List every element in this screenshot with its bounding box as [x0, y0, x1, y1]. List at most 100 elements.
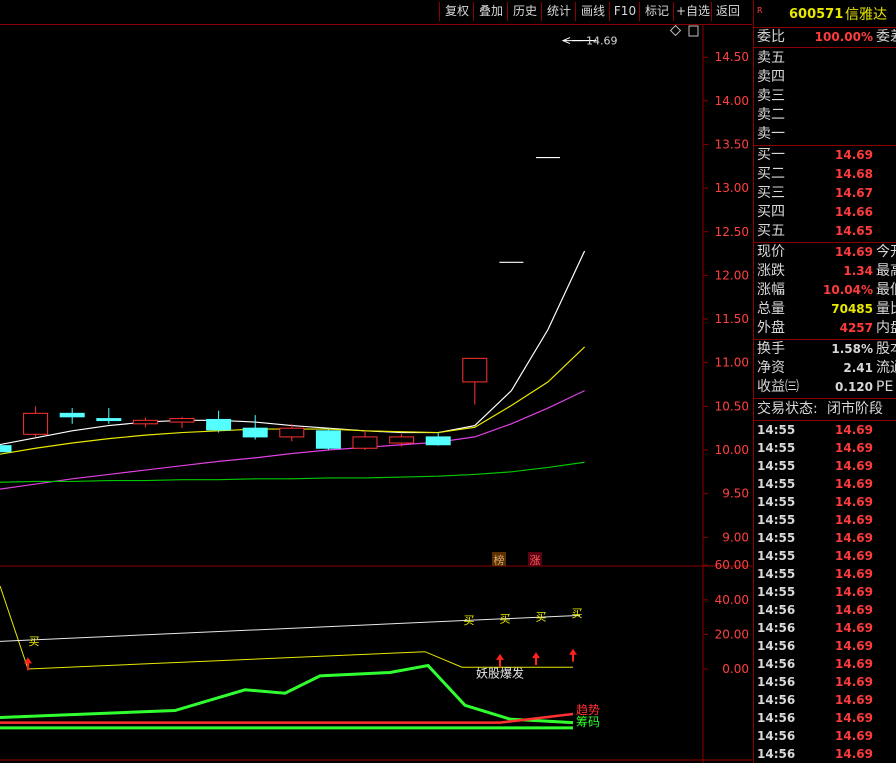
- bid-price: 14.65: [835, 224, 873, 238]
- quote-row: 涨幅 10.04%最低: [754, 281, 896, 300]
- toolbar-button-3[interactable]: 历史: [507, 2, 542, 21]
- candle-body: [425, 436, 451, 446]
- candle-body: [352, 436, 378, 449]
- buy-signal-label: 买: [29, 635, 40, 648]
- candle[interactable]: [169, 416, 195, 429]
- buy-signal-label: 买: [536, 611, 547, 624]
- stats-label2: 流通: [876, 360, 896, 376]
- tick-row: 14:56 14.69: [754, 673, 896, 691]
- buy-arrow-icon: [496, 653, 504, 667]
- ask-row[interactable]: 卖二: [754, 106, 896, 125]
- tick-row: 14:55 14.69: [754, 583, 896, 601]
- tick-row: 14:55 14.69: [754, 547, 896, 565]
- bid-row[interactable]: 买二 14.68: [754, 165, 896, 184]
- commit-row: 委比 100.00%委差: [754, 28, 896, 47]
- price-tick-label: 13.50: [715, 137, 749, 151]
- stats-label2: 股本: [876, 341, 896, 357]
- ask-row[interactable]: 卖三: [754, 87, 896, 106]
- quote-value: 1.34: [843, 264, 873, 278]
- ind-tick-label: 0.00: [722, 662, 749, 676]
- tag-2-label: 涨: [530, 554, 541, 567]
- tick-price: 14.69: [835, 675, 873, 689]
- price-tick-label: 14.00: [715, 94, 749, 108]
- stats-row: 收益㈢ 0.120 PE: [754, 378, 896, 397]
- candle[interactable]: [206, 410, 232, 433]
- price-tick-label: 10.00: [715, 443, 749, 457]
- tick-price: 14.69: [835, 657, 873, 671]
- ask-row[interactable]: 卖五: [754, 49, 896, 68]
- price-tick-label: 12.50: [715, 225, 749, 239]
- bid-label: 买三: [757, 185, 785, 201]
- toolbar-button-4[interactable]: 统计: [541, 2, 576, 21]
- bid-row[interactable]: 买三 14.67: [754, 184, 896, 203]
- bid-price: 14.68: [835, 167, 873, 181]
- tick-row: 14:56 14.69: [754, 655, 896, 673]
- tick-price: 14.69: [835, 711, 873, 725]
- tick-price: 14.69: [835, 513, 873, 527]
- toolbar-button-9[interactable]: 返回: [711, 2, 744, 21]
- toolbar-button-2[interactable]: 叠加: [473, 2, 508, 21]
- price-tick-label: 13.00: [715, 181, 749, 195]
- commit-label2: 委差: [876, 29, 896, 45]
- ind-yellow-line: [0, 585, 573, 670]
- ask-label: 卖二: [757, 107, 785, 123]
- tick-price: 14.69: [835, 459, 873, 473]
- toolbar-button-6[interactable]: F10: [609, 2, 640, 21]
- ask-row[interactable]: 卖一: [754, 125, 896, 144]
- bid-row[interactable]: 买五 14.65: [754, 222, 896, 241]
- candle[interactable]: [315, 428, 341, 450]
- tick-time: 14:56: [757, 639, 796, 653]
- candle[interactable]: [96, 408, 122, 424]
- candle[interactable]: [462, 357, 488, 405]
- tick-price: 14.69: [835, 747, 873, 761]
- panel-toggle-icon[interactable]: [688, 25, 699, 37]
- tick-row: 14:55 14.69: [754, 565, 896, 583]
- toolbar-button-8[interactable]: +自选: [673, 2, 712, 21]
- kline-chart[interactable]: 14.50 14.00 13.50 13.00 12.50 12.00 11.50 11.00…: [0, 24, 752, 763]
- tick-time: 14:56: [757, 747, 796, 761]
- candle-body: [59, 412, 85, 418]
- candle-body: [315, 430, 341, 449]
- candle[interactable]: [352, 430, 378, 450]
- toolbar-button-5[interactable]: 画线: [575, 2, 610, 21]
- tag-1-label: 榜: [494, 553, 505, 567]
- ask-row[interactable]: 卖四: [754, 68, 896, 87]
- diamond-icon[interactable]: [669, 24, 682, 37]
- price-tick-label: 14.50: [715, 50, 749, 64]
- tick-price: 14.69: [835, 423, 873, 437]
- bid-label: 买一: [757, 147, 785, 163]
- quote-value: 14.69: [835, 245, 873, 259]
- candle[interactable]: [242, 415, 268, 440]
- toolbar-button-7[interactable]: 标记: [639, 2, 674, 21]
- ask-label: 卖四: [757, 69, 785, 85]
- tick-price: 14.69: [835, 441, 873, 455]
- buy-arrow-head: [496, 653, 504, 660]
- candle[interactable]: [132, 417, 158, 428]
- price-tick-label: 11.50: [715, 312, 749, 326]
- tick-time: 14:55: [757, 477, 796, 491]
- ind-tick-label: 40.00: [715, 593, 749, 607]
- candle[interactable]: [59, 408, 85, 424]
- candle[interactable]: [425, 432, 451, 446]
- toolbar-button-1[interactable]: 复权: [439, 2, 474, 21]
- bid-row[interactable]: 买一 14.69: [754, 146, 896, 165]
- tick-row: 14:56 14.69: [754, 745, 896, 763]
- quote-row: 现价 14.69今开: [754, 243, 896, 262]
- tick-row: 14:56 14.69: [754, 637, 896, 655]
- quote-row: 总量 70485量比: [754, 300, 896, 319]
- tick-time: 14:56: [757, 621, 796, 635]
- quote-row: 外盘 4257内盘: [754, 319, 896, 338]
- tick-time: 14:55: [757, 567, 796, 581]
- tick-time: 14:56: [757, 729, 796, 743]
- bid-row[interactable]: 买四 14.66: [754, 203, 896, 222]
- candle-body: [23, 412, 49, 435]
- quote-label: 总量: [757, 301, 785, 317]
- trade-status-label: 交易状态:: [757, 401, 818, 417]
- candle-body: [96, 418, 122, 422]
- quote-label2: 最低: [876, 282, 896, 298]
- candle-body: [169, 418, 195, 423]
- candle-body: [242, 427, 268, 438]
- tick-time: 14:55: [757, 513, 796, 527]
- candle[interactable]: [0, 433, 12, 459]
- candle[interactable]: [23, 406, 49, 437]
